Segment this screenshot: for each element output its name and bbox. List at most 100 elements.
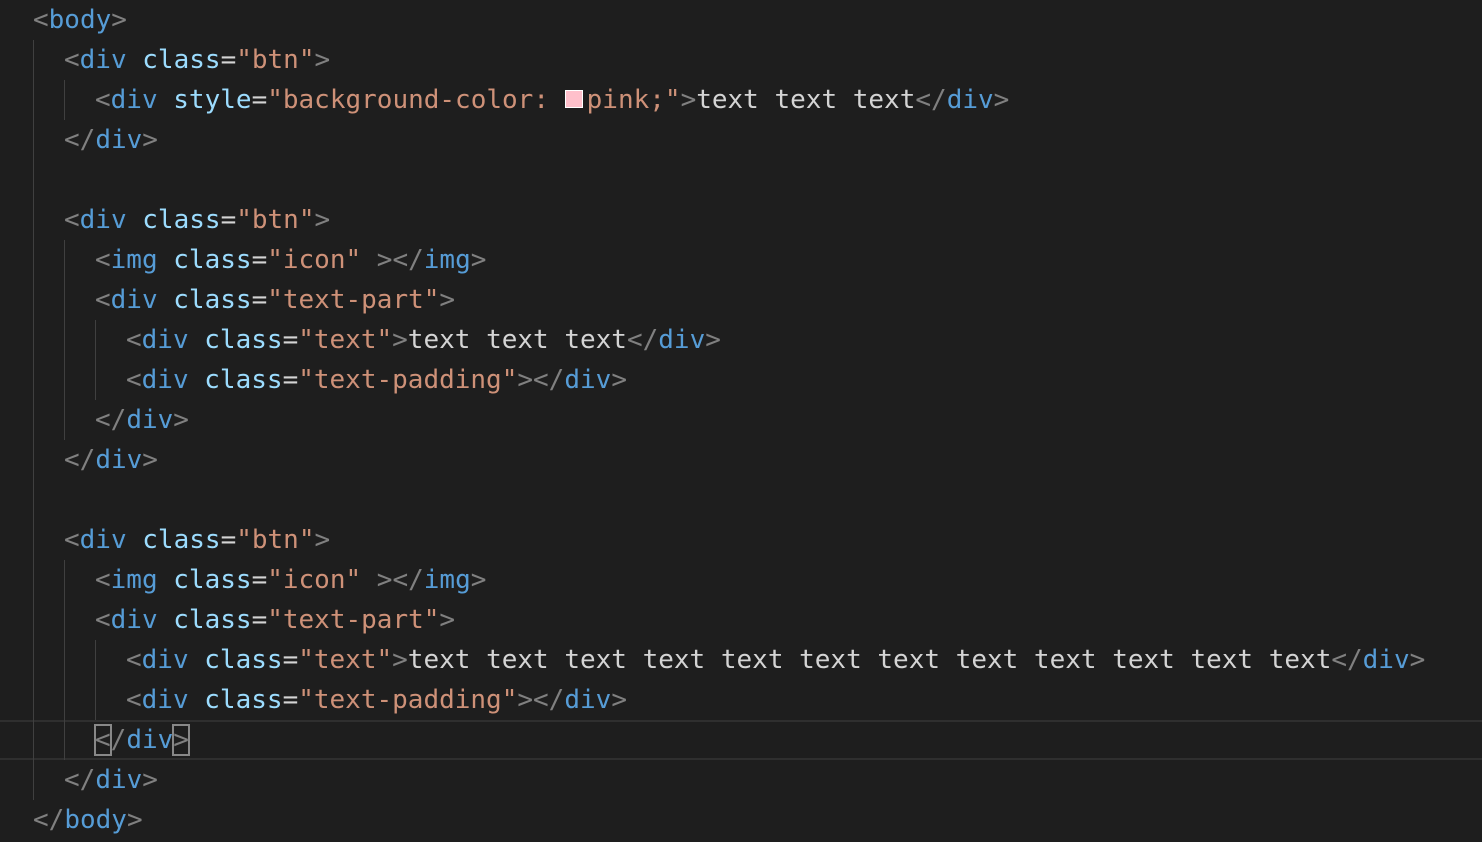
token-bracket: > <box>314 525 331 555</box>
token-bracket: < <box>95 285 111 315</box>
token-tag: div <box>79 45 127 75</box>
token-str: pink;" <box>586 85 681 115</box>
token-bracket: > <box>173 405 189 435</box>
code-line-content: <div class="btn"> <box>64 40 330 80</box>
token-attr: class <box>204 645 283 675</box>
token-bracket: > <box>314 205 331 235</box>
token-bracket: < <box>64 525 80 555</box>
code-line[interactable] <box>0 480 1482 520</box>
token-bracket: > <box>1409 645 1426 675</box>
indent-guide <box>64 240 65 440</box>
token-tag: img <box>110 565 158 595</box>
code-line[interactable]: <div class="btn"> <box>0 520 1482 560</box>
token-bracket: < <box>126 325 142 355</box>
token-eq: = <box>220 205 237 235</box>
token-bracket: > <box>111 5 127 35</box>
token-tag: img <box>423 245 471 275</box>
code-line[interactable]: <div class="text-part"> <box>0 600 1482 640</box>
token-tag: div <box>564 365 612 395</box>
code-line-content: <div class="text">text text text</div> <box>126 320 721 360</box>
token-tag: div <box>126 405 174 435</box>
indent-guide <box>64 80 65 120</box>
token-bracket: </ <box>64 445 96 475</box>
token-bracket: > <box>142 445 158 475</box>
code-line[interactable]: <div class="text">text text text text te… <box>0 640 1482 680</box>
token-str: "btn" <box>236 205 315 235</box>
indent-guide <box>64 560 65 760</box>
token-str: "btn" <box>236 45 315 75</box>
code-line-content: <body> <box>33 0 127 40</box>
token-eq: = <box>220 525 237 555</box>
code-line-content: <div class="text">text text text text te… <box>126 640 1425 680</box>
indent-guide <box>33 40 34 800</box>
code-line[interactable]: </div> <box>0 760 1482 800</box>
token-bracket: </ <box>64 765 96 795</box>
code-line[interactable]: <body> <box>0 0 1482 40</box>
code-line[interactable]: <div class="btn"> <box>0 200 1482 240</box>
token-tag: div <box>95 445 143 475</box>
code-line-content: </div> <box>94 722 190 758</box>
token-tag: img <box>423 565 471 595</box>
code-line[interactable]: </body> <box>0 800 1482 840</box>
token-attr: class <box>173 285 252 315</box>
token-eq: = <box>282 365 299 395</box>
token-str: "background-color: <box>267 85 565 115</box>
token-bracket: < <box>126 645 142 675</box>
token-tag: div <box>110 85 158 115</box>
code-line[interactable]: </div> <box>0 720 1482 760</box>
token-bracket: < <box>64 205 80 235</box>
token-tag: div <box>126 725 174 755</box>
token-eq: = <box>251 85 268 115</box>
code-line[interactable]: </div> <box>0 120 1482 160</box>
code-line[interactable]: </div> <box>0 400 1482 440</box>
token-eq: = <box>282 685 299 715</box>
token-text: text text text <box>696 85 916 115</box>
indent-guide <box>95 640 96 720</box>
code-line-content: <div class="text-padding"></div> <box>126 680 627 720</box>
code-line[interactable]: <div style="background-color: pink;">tex… <box>0 80 1482 120</box>
code-line[interactable]: <div class="btn"> <box>0 40 1482 80</box>
code-line-content: </div> <box>64 120 158 160</box>
code-line[interactable] <box>0 160 1482 200</box>
token-attr: class <box>142 205 221 235</box>
indent-guide <box>95 320 96 400</box>
token-bracket: > <box>392 325 408 355</box>
token-text: text text text text text text text text … <box>407 645 1332 675</box>
token-tag: div <box>95 765 143 795</box>
code-line-content: <div class="btn"> <box>64 520 330 560</box>
code-line[interactable]: <img class="icon" ></img> <box>0 240 1482 280</box>
token-bracket: </ <box>33 805 65 835</box>
token-tag: div <box>141 685 189 715</box>
token-bracket: > <box>126 805 143 835</box>
token-bracket: > <box>439 285 456 315</box>
token-bracket: > <box>142 765 158 795</box>
code-line[interactable]: <div class="text">text text text</div> <box>0 320 1482 360</box>
token-bracket: </ <box>64 125 96 155</box>
code-editor[interactable]: <body> <div class="btn"> <div style="backg… <box>0 0 1482 842</box>
color-swatch-icon[interactable] <box>564 89 583 108</box>
token-attr: style <box>173 85 252 115</box>
token-str: "text-part" <box>267 605 440 635</box>
matching-bracket: < <box>94 724 112 756</box>
code-line[interactable]: <div class="text-padding"></div> <box>0 360 1482 400</box>
code-line[interactable]: </div> <box>0 440 1482 480</box>
token-attr: class <box>173 605 252 635</box>
token-bracket: > <box>680 85 697 115</box>
code-line[interactable]: <div class="text-part"> <box>0 280 1482 320</box>
token-bracket: > <box>611 685 627 715</box>
code-line[interactable]: <div class="text-padding"></div> <box>0 680 1482 720</box>
matching-bracket: > <box>172 724 190 756</box>
code-line[interactable]: <img class="icon" ></img> <box>0 560 1482 600</box>
token-tag: img <box>110 245 158 275</box>
token-tag: body <box>64 805 127 835</box>
token-bracket: ></ <box>517 365 565 395</box>
token-tag: div <box>141 365 189 395</box>
